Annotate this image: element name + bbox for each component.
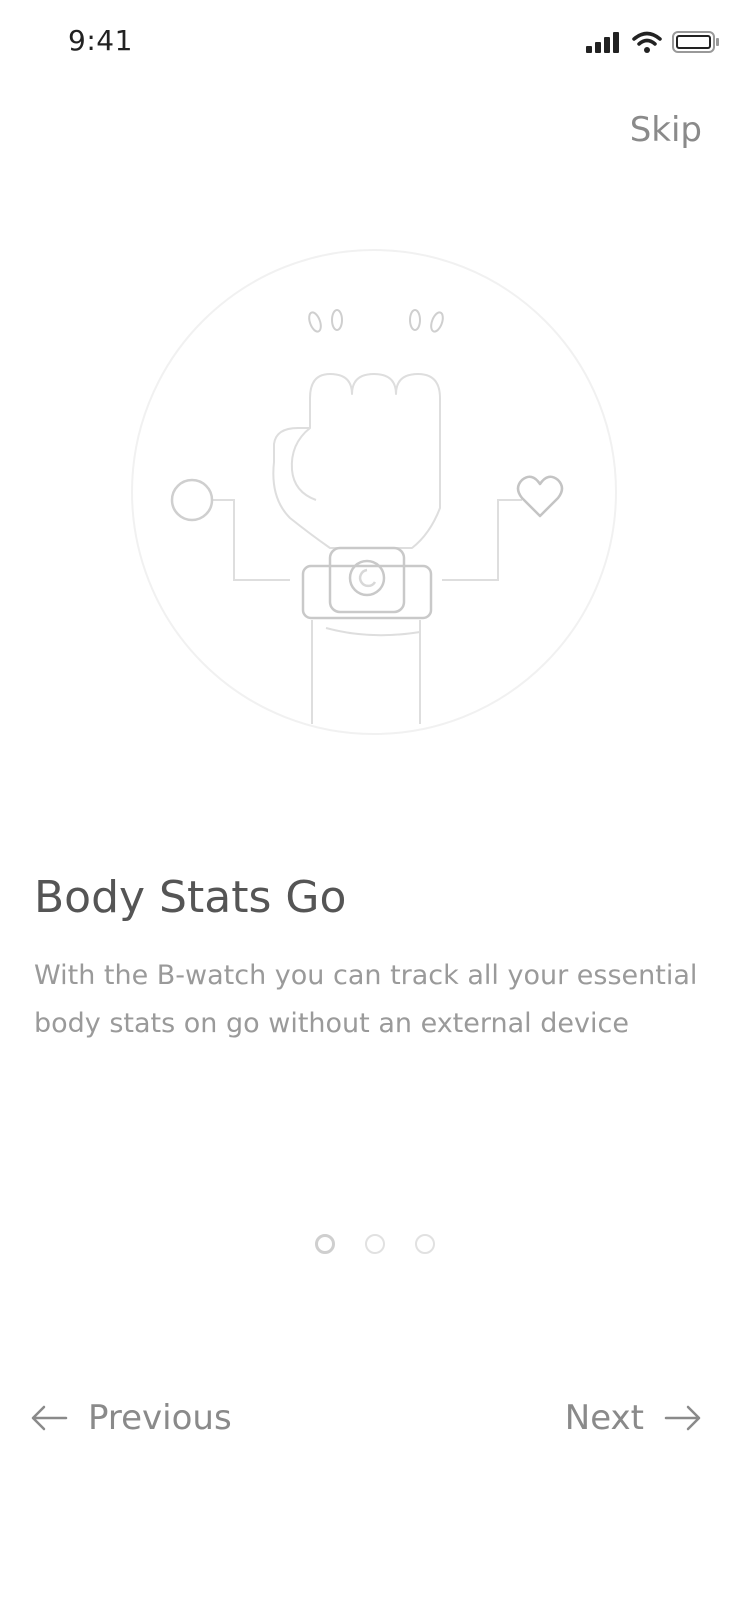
battery-icon <box>672 31 719 53</box>
previous-button[interactable]: Previous <box>30 1398 232 1438</box>
page-dot-2[interactable] <box>365 1234 385 1254</box>
previous-label: Previous <box>88 1398 232 1438</box>
signal-icon <box>586 32 619 53</box>
onboarding-title: Body Stats Go <box>34 872 347 923</box>
status-time: 9:41 <box>68 24 133 57</box>
next-button[interactable]: Next <box>565 1398 702 1438</box>
watch-hand-illustration <box>130 248 618 736</box>
page-dot-3[interactable] <box>415 1234 435 1254</box>
page-indicator <box>0 1234 750 1254</box>
status-bar: 9:41 <box>0 0 750 90</box>
status-icons <box>586 30 720 54</box>
page-dot-1[interactable] <box>315 1234 335 1254</box>
skip-button[interactable]: Skip <box>630 110 702 150</box>
onboarding-description: With the B-watch you can track all your … <box>34 960 698 1039</box>
wifi-icon <box>632 31 662 53</box>
next-label: Next <box>564 1398 644 1438</box>
arrow-left-icon <box>31 1405 68 1431</box>
arrow-right-icon <box>664 1405 701 1431</box>
